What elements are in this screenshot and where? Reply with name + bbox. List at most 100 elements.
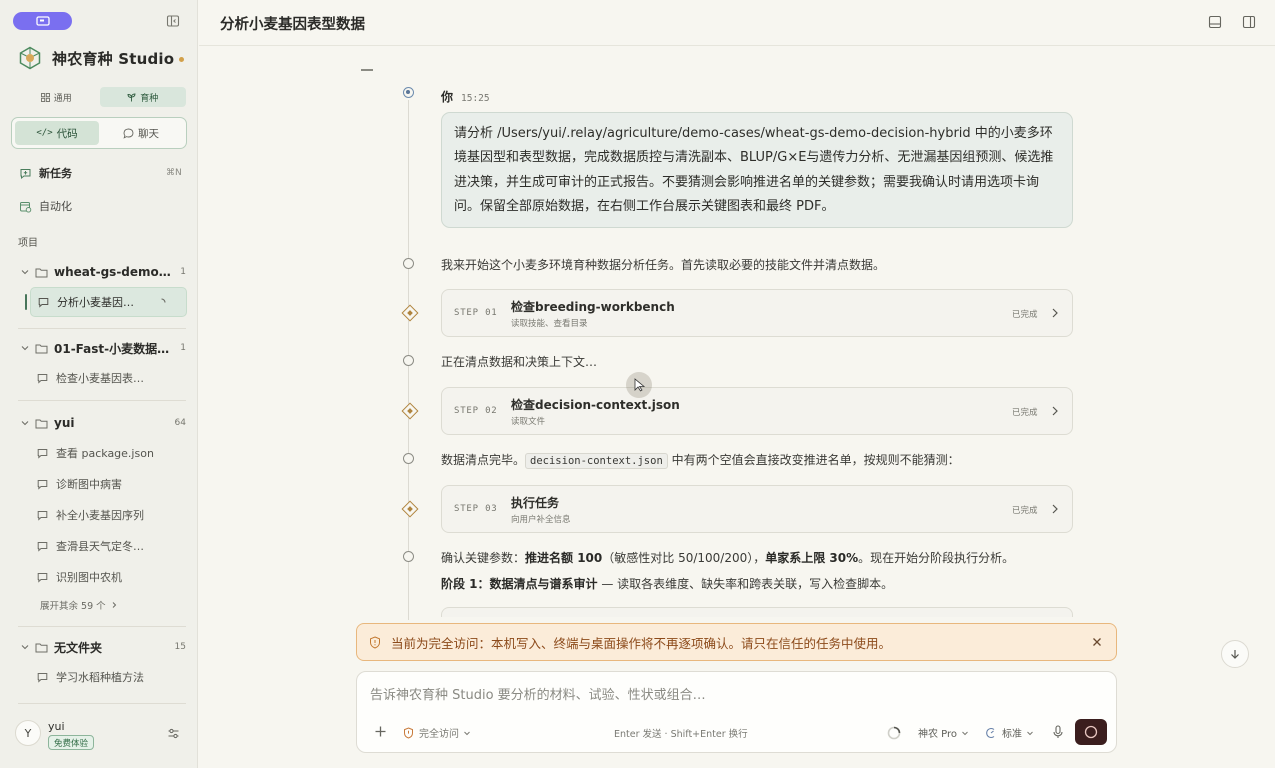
effort-gauge-icon	[986, 727, 995, 738]
segment-general-label: 通用	[53, 93, 72, 104]
sidebar: 神农育种 Studio 通用 育种 </> 代码 聊天 新任务 ⌘N 自动化 项…	[0, 0, 198, 768]
project-group-nofolder[interactable]: 无文件夹 15	[20, 639, 186, 655]
full-access-warning: 当前为完全访问：本机写入、终端与桌面操作将不再逐项确认。请只在信任的任务中使用。	[356, 623, 1117, 661]
bottom-panel-icon[interactable]	[1208, 15, 1222, 29]
divider	[18, 703, 186, 704]
message-text: 。现在开始分阶段执行分析。	[858, 551, 1015, 565]
expand-more-label: 展开其余 59 个	[40, 601, 106, 612]
workspace-switch-button[interactable]	[13, 12, 72, 30]
message-bold: 推进名额 100	[525, 551, 603, 565]
mode-chat-tab[interactable]: 聊天	[99, 121, 183, 145]
task-title: 补全小麦基因序列	[56, 509, 144, 522]
new-task-icon	[20, 168, 30, 179]
new-task-button[interactable]: 新任务	[18, 165, 72, 181]
sidebar-item-task[interactable]: 学习水稻种植方法	[37, 668, 185, 686]
project-count: 1	[180, 343, 186, 353]
plus-icon[interactable]	[374, 725, 387, 738]
loading-spinner-icon	[161, 297, 166, 303]
task-title: 查滑县天气定冬…	[56, 540, 144, 553]
mode-code-tab[interactable]: </> 代码	[15, 121, 99, 145]
sidebar-item-task[interactable]: 查看 package.json	[37, 444, 185, 462]
project-name: 01-Fast-小麦数据…	[54, 341, 170, 356]
project-count: 1	[180, 267, 186, 277]
user-message-header: 你 15:25	[441, 88, 490, 105]
message-bold: 单家系上限 30%	[765, 551, 859, 565]
inline-code: decision-context.json	[525, 453, 668, 469]
project-group-fast[interactable]: 01-Fast-小麦数据… 1	[20, 340, 186, 356]
sidebar-collapse-icon[interactable]	[166, 14, 180, 28]
chat-icon	[37, 541, 48, 552]
expand-more-link[interactable]: 展开其余 59 个	[40, 598, 118, 612]
folder-icon	[35, 268, 48, 277]
message-text: — 读取各表维度、缺失率和跨表关联，写入检查脚本。	[597, 577, 894, 591]
sidebar-item-task[interactable]: 诊断图中病害	[37, 475, 185, 493]
task-title: 学习水稻种植方法	[56, 671, 144, 684]
project-name: 无文件夹	[54, 640, 103, 655]
mode-chat-label: 聊天	[138, 127, 159, 140]
step-card[interactable]: STEP 01 检查breeding-workbench 读取技能、查看目录 已…	[441, 289, 1073, 337]
assistant-message: 我来开始这个小麦多环境育种数据分析任务。首先读取必要的技能文件并清点数据。	[441, 258, 886, 272]
chat-icon	[37, 479, 48, 490]
user-name: yui	[48, 720, 65, 733]
chevron-down-icon	[1027, 731, 1033, 735]
right-panel-icon[interactable]	[1242, 15, 1256, 29]
cursor-arrow-icon	[634, 378, 646, 392]
sidebar-item-task[interactable]: 分析小麦基因…	[30, 287, 187, 317]
microphone-icon[interactable]	[1052, 725, 1064, 739]
scroll-to-bottom-button[interactable]	[1221, 640, 1249, 668]
settings-sliders-icon[interactable]	[167, 727, 180, 740]
assistant-message: 阶段 1：数据清点与谱系审计 — 读取各表维度、缺失率和跨表关联，写入检查脚本。	[441, 575, 893, 592]
user-message-bubble: 请分析 /Users/yui/.relay/agriculture/demo-c…	[441, 112, 1073, 228]
status-dot	[179, 56, 185, 62]
projects-heading: 项目	[18, 238, 38, 249]
chevron-down-icon	[21, 421, 29, 426]
chat-icon	[37, 672, 48, 683]
step-card-partial	[441, 607, 1073, 617]
timeline-step-marker	[401, 402, 419, 420]
brand: 神农育种 Studio	[18, 46, 185, 70]
send-button[interactable]	[1075, 719, 1107, 745]
automation-nav[interactable]: 自动化	[18, 198, 72, 214]
chat-icon	[37, 373, 48, 384]
new-task-shortcut: ⌘N	[166, 168, 182, 178]
access-mode-label: 完全访问	[419, 729, 459, 740]
message-bold: 阶段 1：数据清点与谱系审计	[441, 577, 598, 591]
access-mode-dropdown[interactable]: 完全访问	[403, 725, 471, 740]
sidebar-item-task[interactable]: 查滑县天气定冬…	[37, 537, 185, 555]
project-group-wheat[interactable]: wheat-gs-demo… 1	[20, 264, 186, 280]
chevron-right-icon	[112, 602, 116, 608]
task-title: 分析小麦基因…	[57, 296, 134, 309]
timeline-step-marker	[401, 304, 419, 322]
prompt-input[interactable]: 告诉神农育种 Studio 要分析的材料、试验、性状或组合…	[370, 684, 706, 703]
segment-general[interactable]: 通用	[13, 87, 100, 107]
chat-icon	[37, 448, 48, 459]
model-label: 神农 Pro	[918, 729, 958, 740]
step-subtitle: 读取文件	[511, 417, 546, 427]
timeline-marker	[403, 258, 414, 269]
logo-icon	[19, 46, 41, 70]
assistant-message: 确认关键参数：推进名额 100（敏感性对比 50/100/200），单家系上限 …	[441, 549, 1014, 566]
step-card[interactable]: STEP 02 检查decision-context.json 读取文件 已完成	[441, 387, 1073, 435]
project-name: yui	[54, 416, 75, 430]
close-icon[interactable]	[1090, 635, 1104, 649]
calendar-clock-icon	[19, 201, 31, 213]
segment-breeding[interactable]: 育种	[99, 87, 186, 107]
sidebar-item-task[interactable]: 识别图中农机	[37, 568, 185, 586]
avatar: Y	[15, 720, 41, 746]
step-subtitle: 读取技能、查看目录	[511, 319, 588, 329]
user-label: 你	[441, 90, 454, 104]
effort-dropdown[interactable]: 标准	[985, 725, 1034, 740]
chevron-down-icon	[21, 346, 29, 351]
divider	[18, 328, 186, 329]
sidebar-item-task[interactable]: 检查小麦基因表…	[37, 369, 185, 387]
project-group-yui[interactable]: yui 64	[20, 415, 186, 431]
model-dropdown[interactable]: 神农 Pro	[887, 725, 969, 740]
chat-icon	[37, 572, 48, 583]
effort-label: 标准	[1002, 729, 1022, 740]
collapse-dash[interactable]	[361, 69, 373, 71]
step-number: STEP 01	[454, 308, 498, 318]
step-card[interactable]: STEP 03 执行任务 向用户补全信息 已完成	[441, 485, 1073, 533]
sidebar-item-task[interactable]: 补全小麦基因序列	[37, 506, 185, 524]
user-profile[interactable]: Y	[15, 720, 41, 746]
sprout-icon	[127, 93, 136, 101]
